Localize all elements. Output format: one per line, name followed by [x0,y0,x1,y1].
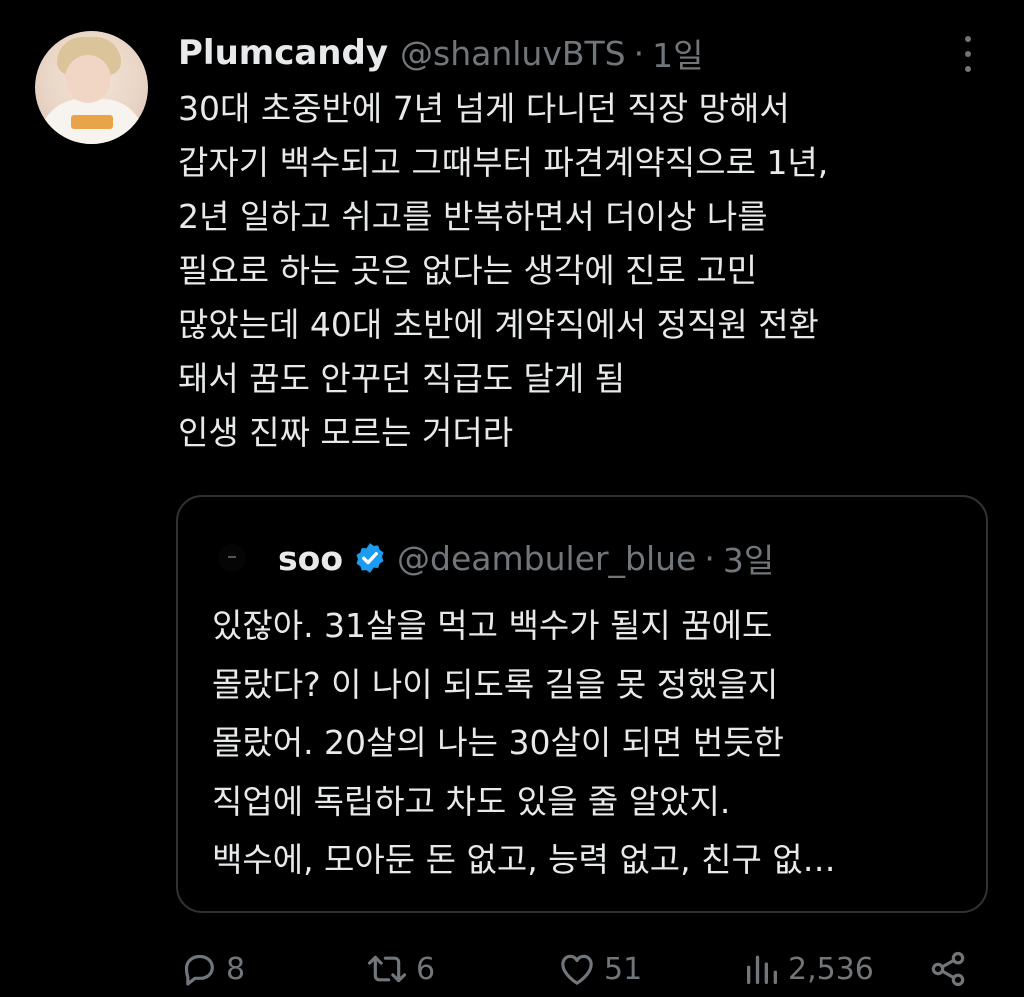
share-icon [931,951,965,987]
reply-count: 8 [226,951,246,987]
tweet-text: 30대 초중반에 7년 넘게 다니던 직장 망해서 갑자기 백수되고 그때부터 … [178,89,829,452]
quoted-header-separator: · [704,538,715,578]
more-dot [965,36,971,42]
more-dot [965,51,971,57]
avatar-shirt-print [71,115,113,129]
author-handle[interactable]: @shanluvBTS [400,34,626,73]
retweet-button[interactable]: 6 [364,945,435,993]
heart-icon [561,954,593,985]
tweet-actions: 8 6 51 2,536 [0,945,1024,993]
retweet-count: 6 [416,951,436,987]
quoted-tweet-timestamp: 3일 [722,541,775,580]
quoted-author-handle: @deambuler_blue [397,538,697,578]
verified-badge-icon [356,543,384,573]
author-avatar[interactable] [35,31,148,144]
quoted-author-avatar[interactable] [218,544,246,572]
view-count: 2,536 [788,951,874,987]
tweet-timestamp[interactable]: 1일 [652,29,703,77]
like-count: 51 [604,951,643,987]
quoted-tweet-header: soo @deambuler_blue · 3일 [218,535,774,581]
author-name[interactable]: Plumcandy [178,33,388,73]
quoted-tweet[interactable]: soo @deambuler_blue · 3일 있잖아. 31살을 먹고 백수… [176,495,988,913]
quoted-author-name: soo [278,538,343,578]
reply-icon [184,954,214,986]
retweet-icon [367,955,407,983]
header-separator: · [633,33,645,73]
share-button[interactable] [928,945,968,993]
more-dot [965,66,971,72]
reply-button[interactable]: 8 [178,945,245,993]
like-button[interactable]: 51 [556,945,642,993]
more-dots-icon[interactable] [955,36,981,72]
avatar-face [65,55,111,103]
tweet-header: Plumcandy @shanluvBTS · 1일 [178,30,703,76]
views-button[interactable]: 2,536 [742,945,874,993]
views-icon [747,955,777,984]
quoted-tweet-text: 있잖아. 31살을 먹고 백수가 될지 꿈에도 몰랐다? 이 나이 되도록 길을… [212,606,836,879]
